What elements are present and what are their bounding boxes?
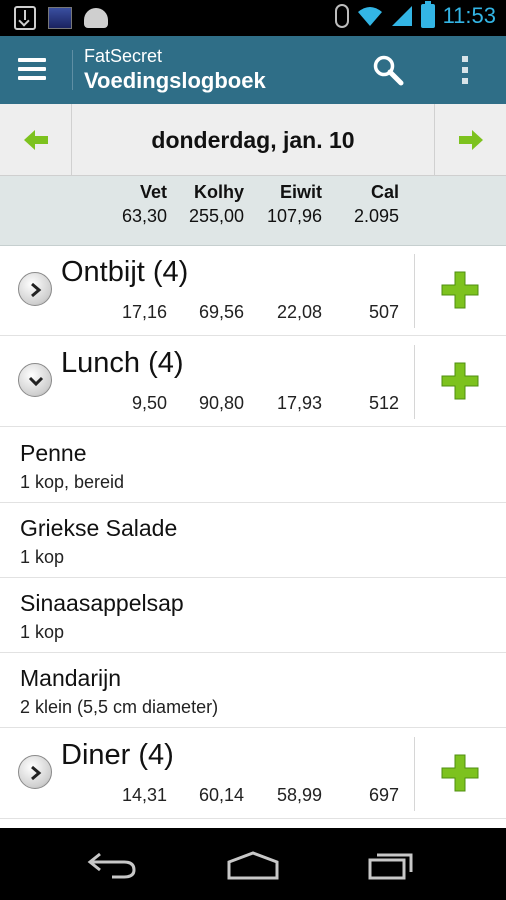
download-icon	[14, 6, 36, 30]
action-bar-divider	[72, 50, 73, 90]
date-navigation: donderdag, jan. 10	[0, 104, 506, 176]
food-name: Penne	[20, 440, 87, 466]
meal-divider	[414, 345, 415, 419]
wifi-icon	[357, 7, 382, 26]
food-item[interactable]: Penne 1 kop, bereid	[0, 428, 506, 503]
panasonic-app-icon	[48, 7, 72, 29]
totals-header-calories: Cal	[370, 182, 399, 202]
meal-protein: 22,08	[276, 302, 322, 322]
meal-fat: 17,16	[121, 302, 167, 322]
expand-button[interactable]	[18, 272, 52, 306]
collapse-button[interactable]	[18, 363, 52, 397]
battery-icon	[420, 1, 435, 28]
totals-protein: 107,96	[266, 206, 322, 226]
meal-carbs: 69,56	[198, 302, 244, 322]
food-portion: 2 klein (5,5 cm diameter)	[20, 697, 219, 717]
bluetooth-icon	[334, 4, 349, 28]
totals-header-protein: Eiwit	[279, 182, 322, 202]
android-icon	[84, 8, 108, 28]
previous-day-button[interactable]	[0, 104, 72, 176]
meal-fat: 14,31	[121, 785, 167, 805]
meal-section-breakfast[interactable]: Ontbijt (4) 17,16 69,56 22,08 507	[0, 246, 506, 336]
meal-calories: 697	[368, 785, 399, 805]
system-icons: 11:53	[334, 1, 496, 29]
add-food-plus-icon[interactable]	[440, 270, 480, 310]
meal-fat: 9,50	[131, 393, 167, 413]
notification-icons	[14, 6, 108, 30]
chevron-down-icon	[28, 376, 44, 387]
meal-carbs: 90,80	[198, 393, 244, 413]
totals-calories: 2.095	[353, 206, 399, 226]
meal-title: Lunch (4)	[61, 347, 184, 379]
chevron-right-icon	[31, 282, 42, 298]
totals-header-fat: Vet	[139, 182, 167, 202]
totals-header-carbs: Kolhy	[193, 182, 244, 202]
home-icon[interactable]	[226, 850, 280, 880]
page-title: Voedingslogboek	[84, 68, 266, 93]
food-item[interactable]: Sinaasappelsap 1 kop	[0, 578, 506, 653]
next-day-button[interactable]	[434, 104, 506, 176]
menu-icon[interactable]	[18, 58, 46, 82]
arrow-right-icon	[459, 130, 483, 150]
system-navigation-bar	[0, 828, 506, 900]
meal-protein: 58,99	[276, 785, 322, 805]
search-icon[interactable]	[372, 54, 404, 86]
action-bar: FatSecret Voedingslogboek	[0, 36, 506, 104]
food-portion: 1 kop	[20, 622, 65, 642]
food-item[interactable]: Griekse Salade 1 kop	[0, 503, 506, 578]
food-item[interactable]: Mandarijn 2 klein (5,5 cm diameter)	[0, 653, 506, 728]
expand-button[interactable]	[18, 755, 52, 789]
back-icon[interactable]	[86, 850, 138, 880]
meal-section-lunch[interactable]: Lunch (4) 9,50 90,80 17,93 512	[0, 337, 506, 427]
status-time: 11:53	[442, 3, 496, 28]
add-food-plus-icon[interactable]	[440, 361, 480, 401]
overflow-menu-icon[interactable]	[462, 56, 470, 86]
meal-protein: 17,93	[276, 393, 322, 413]
totals-fat: 63,30	[121, 206, 167, 226]
meal-divider	[414, 254, 415, 328]
food-name: Mandarijn	[20, 665, 121, 691]
meal-divider	[414, 737, 415, 811]
meal-title: Diner (4)	[61, 739, 174, 771]
meal-calories: 507	[368, 302, 399, 322]
app-name: FatSecret	[84, 46, 163, 66]
daily-totals: Vet Kolhy Eiwit Cal 63,30 255,00 107,96 …	[0, 176, 506, 246]
current-date[interactable]: donderdag, jan. 10	[72, 104, 434, 176]
meal-calories: 512	[368, 393, 399, 413]
food-portion: 1 kop, bereid	[20, 472, 125, 492]
meal-title: Ontbijt (4)	[61, 256, 189, 288]
add-food-plus-icon[interactable]	[440, 753, 480, 793]
status-bar: 11:53	[0, 0, 506, 36]
recent-apps-icon[interactable]	[368, 848, 418, 880]
food-name: Sinaasappelsap	[20, 590, 184, 616]
totals-carbs: 255,00	[188, 206, 244, 226]
meal-carbs: 60,14	[198, 785, 244, 805]
food-portion: 1 kop	[20, 547, 65, 567]
food-name: Griekse Salade	[20, 515, 178, 541]
arrow-left-icon	[24, 130, 48, 150]
meal-section-dinner[interactable]: Diner (4) 14,31 60,14 58,99 697	[0, 729, 506, 819]
chevron-right-icon	[31, 765, 42, 781]
signal-icon	[391, 6, 412, 26]
